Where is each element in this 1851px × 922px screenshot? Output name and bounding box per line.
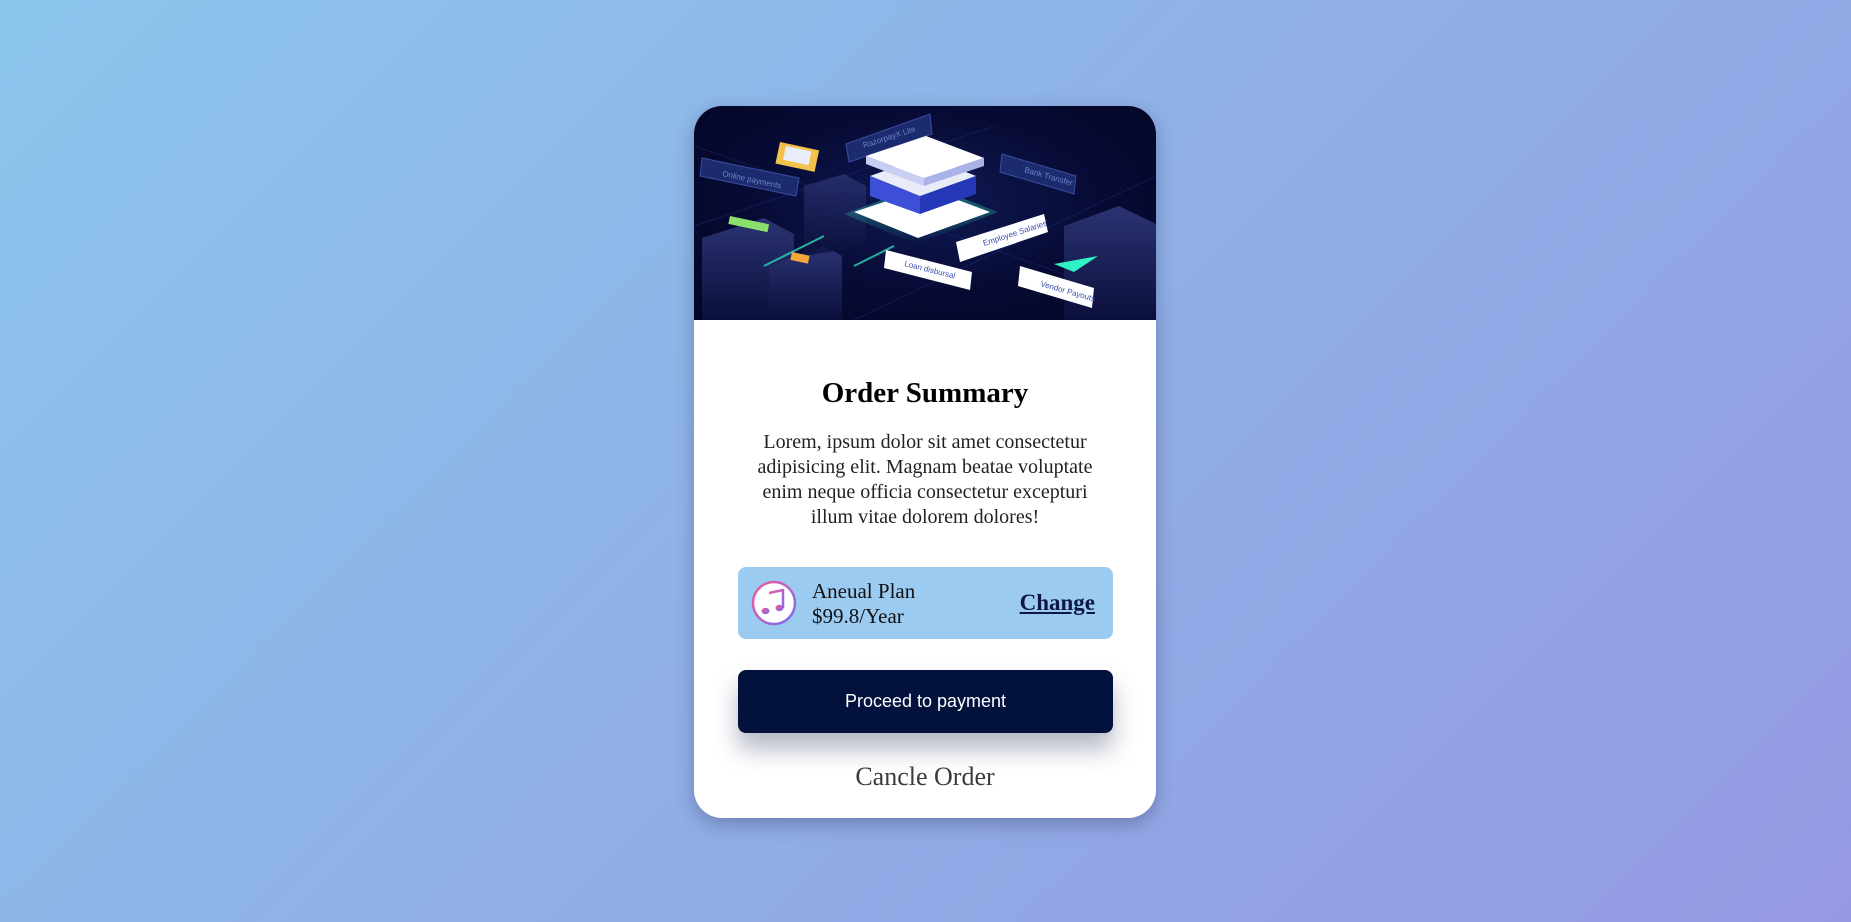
summary-content: Order Summary Lorem, ipsum dolor sit ame…	[694, 320, 1156, 530]
plan-price: $99.8/Year	[812, 604, 904, 628]
hero-illustration: Online payments RazorpayX Lite Bank Tran…	[694, 106, 1156, 320]
music-note-icon	[751, 580, 797, 626]
cancel-order-button[interactable]: Cancle Order	[694, 762, 1156, 792]
change-plan-link[interactable]: Change	[1020, 589, 1095, 617]
page-title: Order Summary	[821, 377, 1029, 409]
plan-name: Aneual Plan	[812, 579, 916, 603]
plan-box: Aneual Plan $99.8/Year Change	[738, 567, 1113, 639]
proceed-to-payment-button[interactable]: Proceed to payment	[738, 670, 1113, 733]
order-summary-card: Online payments RazorpayX Lite Bank Tran…	[694, 106, 1156, 818]
summary-description: Lorem, ipsum dolor sit amet consectetur …	[757, 431, 1093, 528]
